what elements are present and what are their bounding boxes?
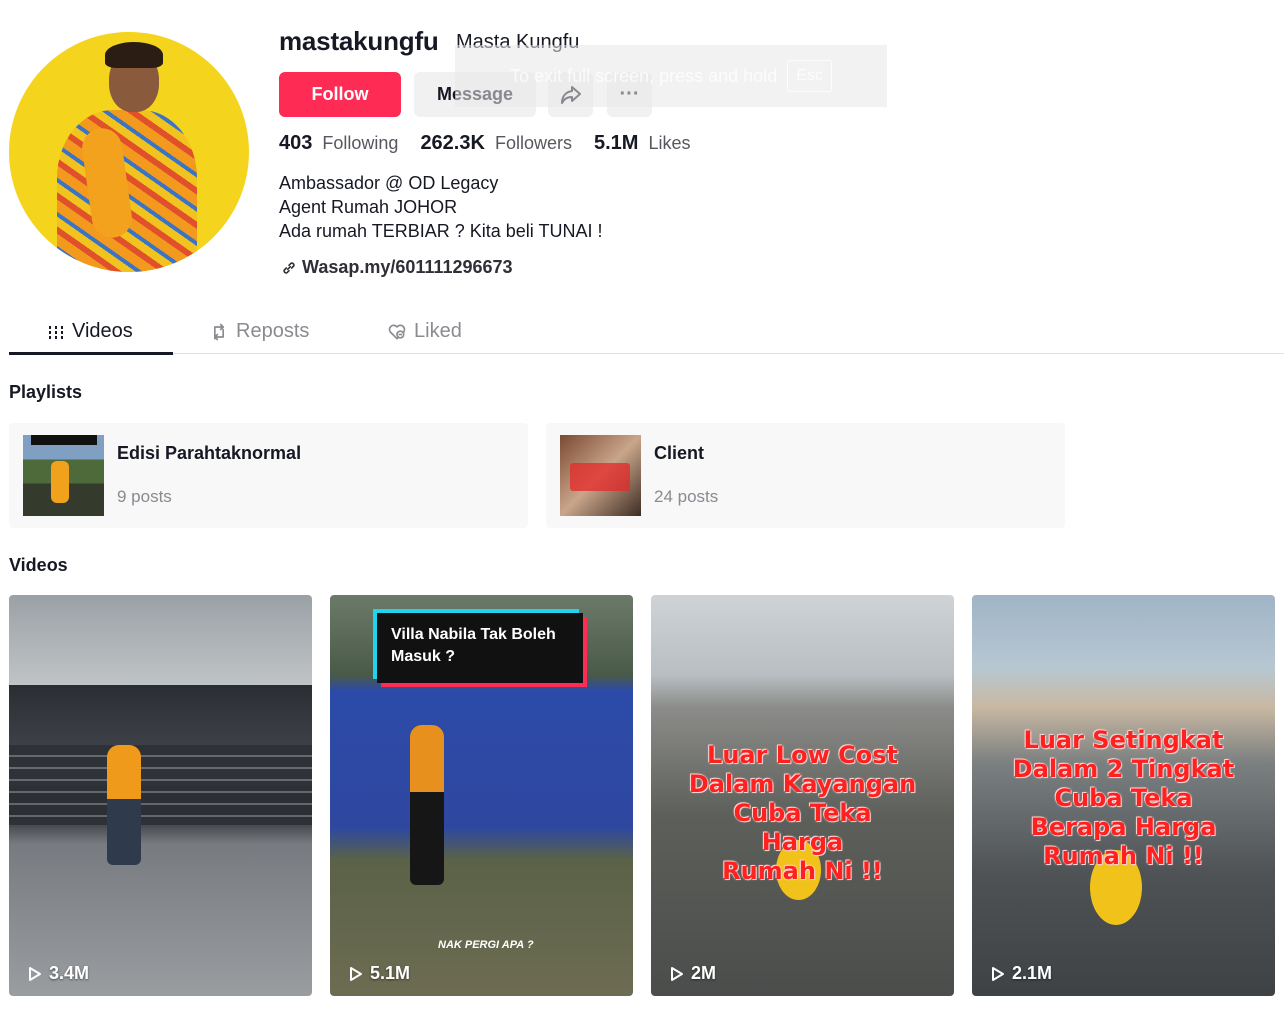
link-icon (283, 261, 295, 274)
video-views: 3.4M (27, 963, 89, 984)
play-icon (29, 966, 41, 981)
profile-bio: Ambassador @ OD Legacy Agent Rumah JOHOR… (279, 171, 602, 243)
stat-likes: 5.1M Likes (594, 132, 691, 155)
following-label: Following (322, 133, 399, 153)
bio-line: Agent Rumah JOHOR (279, 197, 458, 217)
followers-label: Followers (494, 133, 572, 153)
video-gate-scene (9, 745, 312, 825)
overlay-line: Berapa Harga (1030, 813, 1217, 841)
thumbnail-figure (51, 461, 69, 503)
fullscreen-hint-key: Esc (787, 60, 832, 92)
overlay-line: Rumah Ni !! (722, 857, 883, 885)
profile-username: mastakungfu (279, 26, 439, 56)
playlist-count: 24 posts (654, 487, 719, 506)
playlist-card[interactable]: Edisi Parahtaknormal 9 posts (9, 423, 528, 528)
playlist-thumbnail (23, 435, 104, 516)
fullscreen-hint-text: To exit full screen, press and hold (510, 65, 778, 86)
avatar-hair (105, 42, 163, 68)
video-card[interactable]: Luar Setingkat Dalam 2 Tingkat Cuba Teka… (972, 595, 1275, 996)
playlist-card[interactable]: Client 24 posts (546, 423, 1065, 528)
video-view-count: 5.1M (370, 963, 411, 983)
tab-liked-label: Liked (414, 320, 462, 342)
repost-icon (214, 323, 224, 340)
overlay-line: Luar Setingkat (1023, 726, 1224, 754)
stat-following[interactable]: 403 Following (279, 132, 398, 155)
overlay-line: Dalam 2 Tingkat (1012, 755, 1235, 783)
profile-link[interactable]: Wasap.my/601111296673 (281, 257, 513, 278)
fullscreen-exit-hint: To exit full screen, press and hold Esc (455, 45, 887, 107)
video-views: 5.1M (348, 963, 410, 984)
likes-label: Likes (648, 133, 691, 153)
follow-button[interactable]: Follow (279, 72, 401, 117)
play-icon (671, 966, 683, 981)
bio-line: Ambassador @ OD Legacy (279, 173, 499, 193)
video-views: 2M (669, 963, 716, 984)
tab-videos-label: Videos (72, 320, 133, 342)
profile-stats: 403 Following 262.3K Followers 5.1M Like… (279, 132, 713, 155)
overlay-line: Luar Low Cost (707, 741, 898, 769)
video-caption: Villa Nabila Tak Boleh Masuk ? (377, 613, 583, 683)
play-icon (992, 966, 1004, 981)
video-overlay-text: Luar Setingkat Dalam 2 Tingkat Cuba Teka… (972, 726, 1275, 871)
overlay-line: Rumah Ni !! (1043, 842, 1204, 870)
playlist-title: Client (654, 443, 705, 463)
videos-heading: Videos (9, 555, 68, 575)
thumbnail-caption-bar (31, 435, 97, 445)
followers-count: 262.3K (420, 132, 485, 154)
profile-tabs: Videos Reposts Liked (9, 310, 1284, 355)
active-tab-indicator (9, 352, 173, 355)
video-views: 2.1M (990, 963, 1052, 984)
overlay-line: Dalam Kayangan (688, 770, 917, 798)
overlay-line: Harga (761, 828, 844, 856)
tab-liked[interactable]: Liked (387, 310, 462, 353)
playlists-heading: Playlists (9, 382, 83, 402)
playlist-title: Edisi Parahtaknormal (117, 443, 302, 463)
video-person (410, 725, 444, 885)
video-person (107, 745, 141, 865)
video-card[interactable]: Villa Nabila Tak Boleh Masuk ? NAK PERGI… (330, 595, 633, 996)
stat-followers[interactable]: 262.3K Followers (420, 132, 572, 155)
playlist-count: 9 posts (117, 487, 172, 506)
video-view-count: 2M (691, 963, 717, 983)
video-view-count: 3.4M (49, 963, 90, 983)
overlay-line: Cuba Teka (733, 799, 872, 827)
video-overlay-text: Luar Low Cost Dalam Kayangan Cuba Teka H… (651, 741, 954, 886)
profile-avatar[interactable] (9, 32, 249, 272)
playlist-thumbnail (560, 435, 641, 516)
video-view-count: 2.1M (1012, 963, 1053, 983)
grid-icon (49, 325, 63, 339)
video-card[interactable]: 3.4M (9, 595, 312, 996)
overlay-line: Cuba Teka (1054, 784, 1193, 812)
video-subcaption: NAK PERGI APA ? (438, 939, 534, 951)
bio-line: Ada rumah TERBIAR ? Kita beli TUNAI ! (279, 221, 603, 241)
liked-heart-icon (388, 324, 406, 339)
thumbnail-caption-overlay (570, 463, 630, 491)
following-count: 403 (279, 132, 313, 154)
profile-link-text: Wasap.my/601111296673 (302, 257, 513, 277)
video-card[interactable]: Luar Low Cost Dalam Kayangan Cuba Teka H… (651, 595, 954, 996)
play-icon (350, 966, 362, 981)
tab-videos[interactable]: Videos (47, 310, 133, 353)
likes-count: 5.1M (593, 132, 639, 154)
tab-reposts[interactable]: Reposts (209, 310, 309, 353)
tab-reposts-label: Reposts (236, 320, 310, 342)
